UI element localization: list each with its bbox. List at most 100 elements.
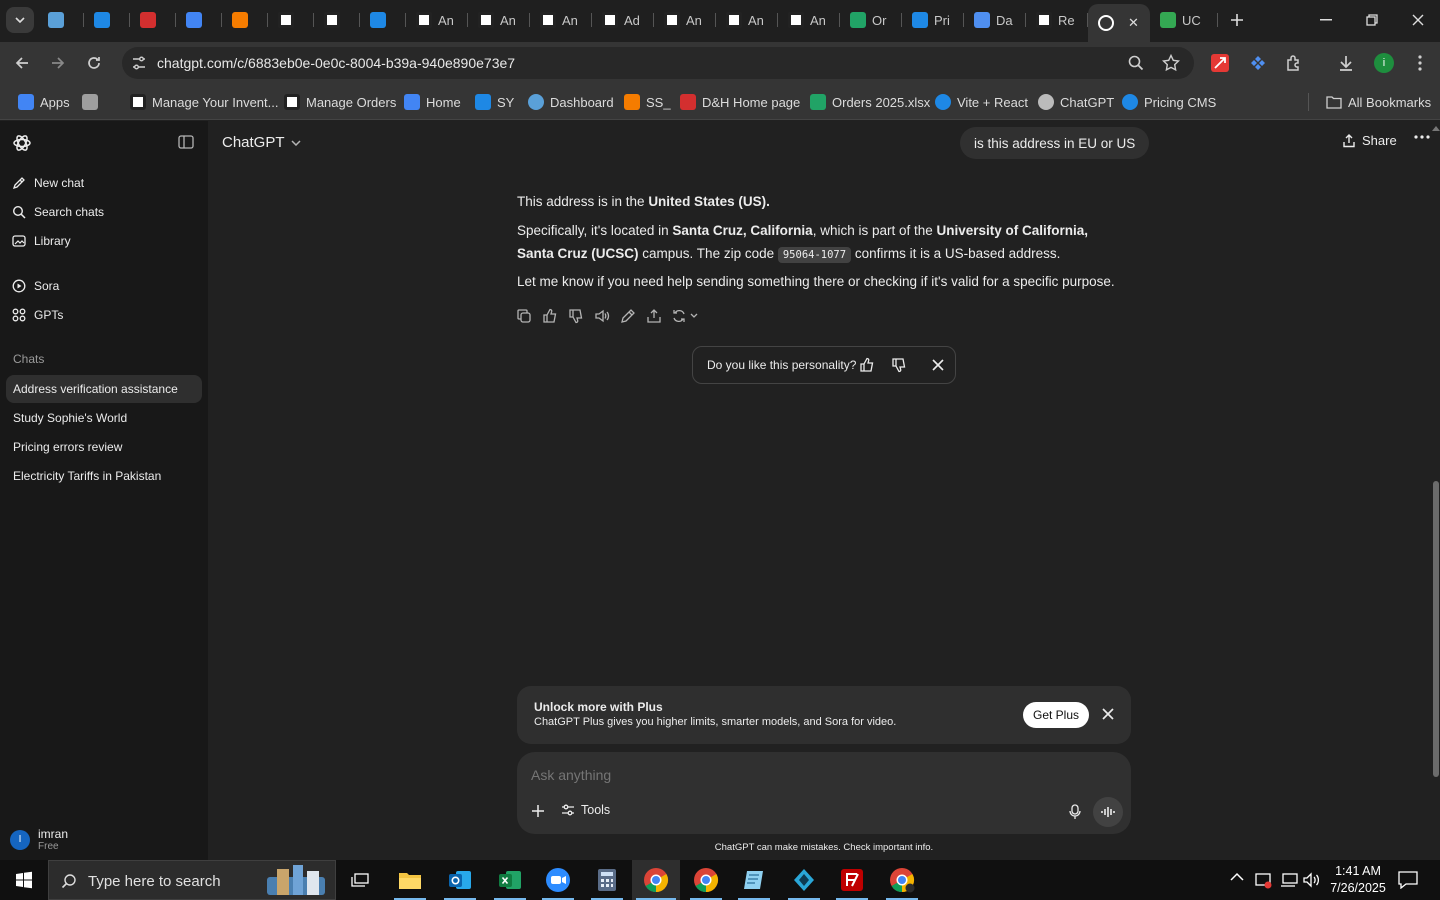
chat-item[interactable]: Study Sophie's World — [6, 404, 202, 432]
bookmark-item[interactable] — [82, 92, 98, 112]
tab-search-button[interactable] — [6, 7, 34, 33]
chat-item[interactable]: Pricing errors review — [6, 433, 202, 461]
task-view-button[interactable] — [336, 860, 384, 900]
chrome-profile-app[interactable] — [878, 860, 926, 900]
read-aloud-icon[interactable] — [594, 308, 612, 326]
taskbar-search-box[interactable]: Type here to search — [48, 860, 336, 900]
network-icon[interactable] — [1280, 872, 1298, 888]
openai-logo-icon[interactable] — [12, 133, 32, 153]
close-icon[interactable] — [1102, 708, 1114, 720]
more-options-icon[interactable] — [1414, 135, 1430, 139]
close-window-button[interactable] — [1395, 6, 1440, 34]
browser-tab[interactable]: An — [716, 4, 778, 36]
share-response-icon[interactable] — [646, 308, 664, 326]
search-chats-button[interactable]: Search chats — [12, 205, 104, 219]
chrome-app[interactable] — [682, 860, 730, 900]
bookmark-item[interactable]: Apps — [18, 92, 70, 112]
thumbs-up-icon[interactable] — [542, 308, 560, 326]
site-info-icon[interactable] — [130, 54, 148, 72]
zoom-icon[interactable] — [1128, 55, 1144, 71]
get-plus-button[interactable]: Get Plus — [1023, 702, 1090, 728]
notepad-app[interactable] — [730, 860, 778, 900]
file-explorer-app[interactable] — [386, 860, 434, 900]
bookmark-item[interactable]: Orders 2025.xlsx — [810, 92, 930, 112]
browser-tab[interactable] — [176, 4, 222, 36]
toggle-sidebar-icon[interactable] — [178, 135, 194, 149]
browser-tab[interactable] — [360, 4, 406, 36]
profile-avatar[interactable]: i — [1372, 51, 1396, 75]
chat-item[interactable]: Electricity Tariffs in Pakistan — [6, 462, 202, 490]
browser-tab[interactable]: Da — [964, 4, 1026, 36]
reload-button[interactable] — [82, 51, 106, 75]
bookmark-item[interactable]: Pricing CMS — [1122, 92, 1216, 112]
bookmark-item[interactable]: D&H Home page — [680, 92, 800, 112]
downloads-icon[interactable] — [1334, 51, 1358, 75]
microphone-icon[interactable] — [1069, 804, 1081, 820]
sora-button[interactable]: Sora — [12, 279, 59, 293]
chrome-app-active[interactable] — [632, 860, 680, 900]
thumbs-up-icon[interactable] — [859, 357, 875, 373]
address-bar[interactable]: chatgpt.com/c/6883eb0e-0e0c-8004-b39a-94… — [122, 47, 1194, 79]
browser-tab[interactable]: An — [468, 4, 530, 36]
voice-mode-button[interactable] — [1093, 797, 1123, 827]
back-button[interactable] — [10, 51, 34, 75]
copy-icon[interactable] — [516, 308, 534, 326]
thumbs-down-icon[interactable] — [568, 308, 586, 326]
browser-tab[interactable]: Or — [840, 4, 902, 36]
browser-tab[interactable] — [314, 4, 360, 36]
filezilla-app[interactable] — [828, 860, 876, 900]
new-tab-button[interactable] — [1212, 6, 1262, 34]
browser-menu-icon[interactable] — [1408, 51, 1432, 75]
scroll-up-arrow[interactable] — [1432, 126, 1440, 131]
regenerate-icon[interactable] — [672, 308, 700, 326]
bookmark-item[interactable]: Manage Your Invent... — [130, 92, 278, 112]
tools-button[interactable]: Tools — [561, 803, 610, 817]
library-button[interactable]: Library — [12, 234, 71, 248]
calculator-app[interactable] — [583, 860, 631, 900]
browser-tab[interactable] — [268, 4, 314, 36]
bookmark-item[interactable]: ChatGPT — [1038, 92, 1114, 112]
scrollbar[interactable] — [1432, 126, 1440, 856]
browser-tab[interactable]: UC — [1150, 4, 1218, 36]
gpts-button[interactable]: GPTs — [12, 308, 63, 322]
edit-pencil-icon[interactable] — [620, 308, 638, 326]
model-selector[interactable]: ChatGPT — [222, 134, 301, 151]
bookmark-item[interactable]: SY — [475, 92, 514, 112]
bookmark-item[interactable]: Manage Orders — [284, 92, 396, 112]
new-chat-button[interactable]: New chat — [12, 176, 84, 190]
outlook-app[interactable] — [436, 860, 484, 900]
user-account-button[interactable]: I imran Free — [10, 827, 68, 852]
browser-tab[interactable] — [38, 4, 84, 36]
close-tab-icon[interactable]: ✕ — [1128, 15, 1139, 31]
scrollbar-thumb[interactable] — [1433, 481, 1439, 777]
show-hidden-icons-icon[interactable] — [1230, 872, 1244, 882]
all-bookmarks-button[interactable]: All Bookmarks — [1326, 92, 1431, 112]
share-button[interactable]: Share — [1342, 133, 1397, 148]
browser-tab[interactable]: An — [530, 4, 592, 36]
browser-tab[interactable] — [84, 4, 130, 36]
bookmark-star-icon[interactable] — [1162, 54, 1180, 72]
browser-tab[interactable] — [222, 4, 268, 36]
close-icon[interactable] — [931, 358, 945, 372]
security-tray-icon[interactable] — [1255, 871, 1273, 889]
restore-button[interactable] — [1349, 6, 1395, 34]
extensions-puzzle-icon[interactable] — [1282, 51, 1306, 75]
browser-tab[interactable]: Ad — [592, 4, 654, 36]
bookmark-item[interactable]: SS_ — [624, 92, 671, 112]
chat-item[interactable]: Address verification assistance — [6, 375, 202, 403]
bookmark-item[interactable]: Home — [404, 92, 461, 112]
bookmark-item[interactable]: Vite + React — [935, 92, 1028, 112]
browser-tab[interactable]: An — [654, 4, 716, 36]
browser-tab[interactable]: An — [778, 4, 840, 36]
system-clock[interactable]: 1:41 AM 7/26/2025 — [1326, 863, 1390, 897]
forward-button[interactable] — [46, 51, 70, 75]
start-button[interactable] — [0, 860, 48, 900]
minimize-button[interactable] — [1303, 6, 1349, 34]
browser-tab[interactable] — [130, 4, 176, 36]
zoom-app[interactable] — [534, 860, 582, 900]
excel-app[interactable] — [486, 860, 534, 900]
browser-tab[interactable]: Pri — [902, 4, 964, 36]
browser-tab[interactable]: ✕ — [1088, 4, 1150, 42]
browser-tab[interactable]: Re — [1026, 4, 1088, 36]
browser-tab[interactable]: An — [406, 4, 468, 36]
